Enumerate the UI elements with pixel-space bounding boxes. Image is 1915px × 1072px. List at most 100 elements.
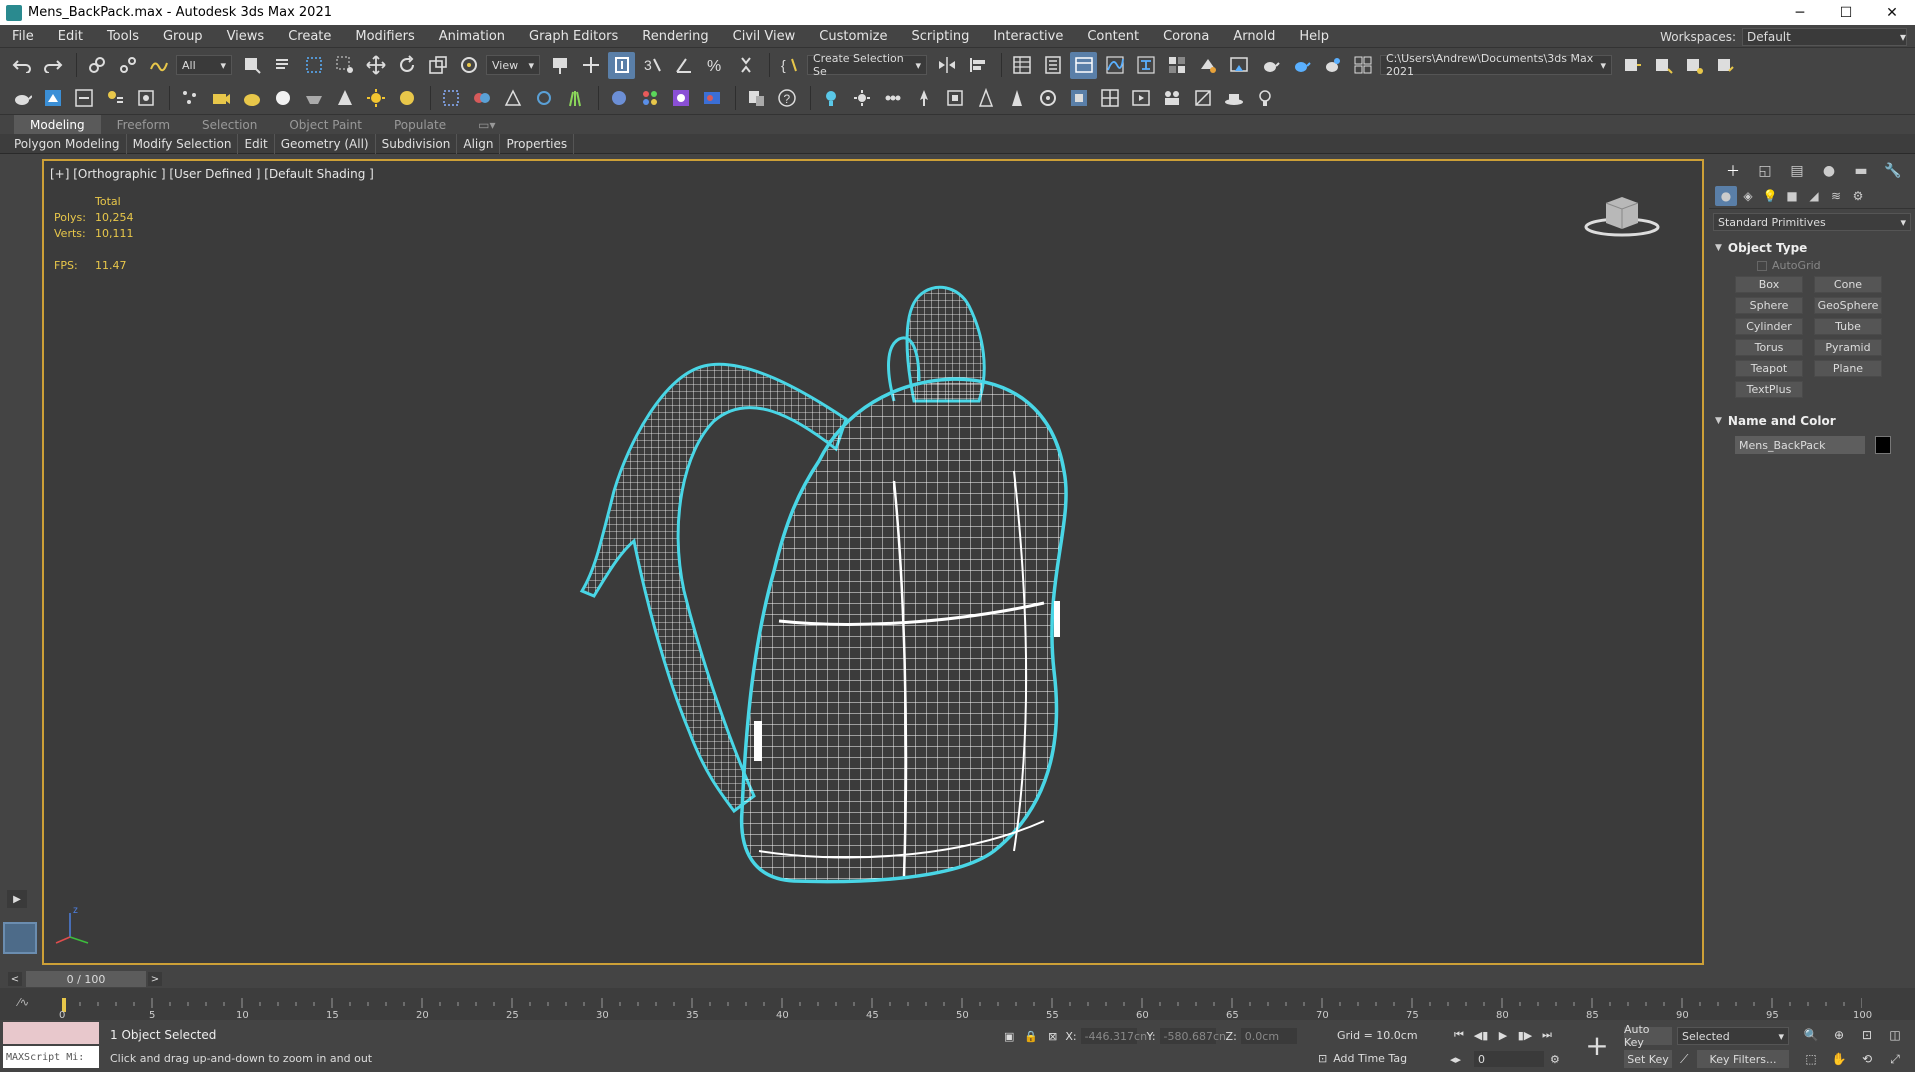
rotate-button[interactable] xyxy=(393,52,420,79)
hierarchy-tab-icon[interactable]: ▤ xyxy=(1781,160,1813,182)
named-selection-dropdown[interactable]: Create Selection Se ▾ xyxy=(807,52,927,78)
project-folder-dropdown[interactable]: C:\Users\Andrew\Documents\3ds Max 2021 ▾ xyxy=(1380,52,1612,78)
toggle-scene-explorer-button[interactable] xyxy=(1008,52,1035,79)
play-icon[interactable]: ▶ xyxy=(1492,1026,1514,1044)
key-icon[interactable]: ⟋ xyxy=(1680,1052,1688,1067)
arnold-license-button[interactable] xyxy=(698,85,725,112)
z-coord-field[interactable]: 0.0cm xyxy=(1240,1028,1297,1044)
corona-sun-button[interactable] xyxy=(362,85,389,112)
track-bar[interactable]: ⁄∿ 0 5 10 15 20 25 30 35 40 45 50 55 60 65 70 75 80 85 90 9… xyxy=(0,988,1915,1021)
corona-pattern-button[interactable] xyxy=(468,85,495,112)
object-type-rollout-header[interactable]: ▼ Object Type xyxy=(1709,239,1915,257)
menu-tools[interactable]: Tools xyxy=(95,29,151,44)
unlink-button[interactable] xyxy=(114,52,141,79)
menu-help[interactable]: Help xyxy=(1287,29,1341,44)
render-cloud-button[interactable] xyxy=(1318,52,1345,79)
arnold-material-button[interactable] xyxy=(667,85,694,112)
current-frame-field[interactable]: 0 xyxy=(1474,1051,1544,1067)
undo-button[interactable] xyxy=(8,52,35,79)
expand-viewport-layout-button[interactable]: ▶ xyxy=(7,890,27,908)
corona-light-button[interactable] xyxy=(393,85,420,112)
create-tab-icon[interactable]: ＋ xyxy=(1717,160,1749,182)
cylinder-button[interactable]: Cylinder xyxy=(1735,318,1803,335)
render-production-button[interactable] xyxy=(1256,52,1283,79)
maxscript-listener[interactable]: MAXScript Mi: xyxy=(3,1022,99,1068)
project-open-button[interactable] xyxy=(1618,52,1645,79)
set-keys-icon[interactable]: + xyxy=(1582,1028,1612,1062)
project-recent-button[interactable] xyxy=(1711,52,1738,79)
arnold-render-button[interactable] xyxy=(605,85,632,112)
maxscript-output[interactable] xyxy=(3,1022,99,1044)
corona-hair-button[interactable] xyxy=(561,85,588,112)
go-to-start-icon[interactable]: ⏮ xyxy=(1448,1026,1470,1044)
curve-editor-button[interactable] xyxy=(1101,52,1128,79)
corona-proxy-button[interactable] xyxy=(437,85,464,112)
object-name-field[interactable]: Mens_BackPack xyxy=(1735,436,1865,454)
tube-button[interactable]: Tube xyxy=(1814,318,1882,335)
close-button[interactable]: ✕ xyxy=(1869,0,1915,25)
align-button[interactable] xyxy=(964,52,991,79)
key-mode-toggle-icon[interactable]: ◂▸ xyxy=(1450,1053,1461,1066)
perspective-viewport[interactable]: [+] [Orthographic ] [User Defined ] [Def… xyxy=(42,159,1704,965)
viewport-layout-thumbnail[interactable] xyxy=(3,922,37,954)
corona-frame-buffer-button[interactable] xyxy=(39,85,66,112)
menu-create[interactable]: Create xyxy=(276,29,343,44)
isolate-icon[interactable]: ▣ xyxy=(1004,1030,1014,1043)
percent-snap-button[interactable]: % xyxy=(701,52,728,79)
corona-cone-button[interactable] xyxy=(331,85,358,112)
lights-category-icon[interactable]: 💡 xyxy=(1759,186,1781,206)
corona-sky-button[interactable] xyxy=(269,85,296,112)
bulb-button[interactable] xyxy=(1251,85,1278,112)
cameras-category-icon[interactable]: ■ xyxy=(1781,186,1803,206)
mini-curve-editor-icon[interactable]: ⁄∿ xyxy=(18,996,29,1009)
maximize-button[interactable]: ☐ xyxy=(1823,0,1869,25)
primitive-category-dropdown[interactable]: Standard Primitives ▾ xyxy=(1713,213,1911,231)
zoom-all-icon[interactable]: ⊕ xyxy=(1828,1026,1850,1044)
corona-scatter-button[interactable] xyxy=(176,85,203,112)
tab-freeform[interactable]: Freeform xyxy=(101,115,186,134)
render-region-button[interactable] xyxy=(1065,85,1092,112)
material-editor-button[interactable] xyxy=(1163,52,1190,79)
film-button[interactable] xyxy=(1158,85,1185,112)
hat-button[interactable] xyxy=(1220,85,1247,112)
corona-camera-button[interactable] xyxy=(207,85,234,112)
menu-customize[interactable]: Customize xyxy=(807,29,899,44)
corona-converter-button[interactable] xyxy=(70,85,97,112)
menu-arnold[interactable]: Arnold xyxy=(1221,29,1287,44)
cone-button[interactable]: Cone xyxy=(1814,276,1882,293)
zoom-extents-icon[interactable]: ⊡ xyxy=(1856,1026,1878,1044)
panel-properties[interactable]: Properties xyxy=(500,133,575,154)
display-tab-icon[interactable]: ▬ xyxy=(1845,160,1877,182)
toggle-ribbon-button[interactable] xyxy=(1070,51,1097,79)
tab-selection[interactable]: Selection xyxy=(186,115,273,134)
menu-interactive[interactable]: Interactive xyxy=(981,29,1075,44)
menu-edit[interactable]: Edit xyxy=(46,29,95,44)
sphere-button[interactable]: Sphere xyxy=(1735,297,1803,314)
corona-bowl-button[interactable] xyxy=(300,85,327,112)
time-slider-prev-button[interactable]: < xyxy=(8,972,22,986)
project-create-button[interactable] xyxy=(1649,52,1676,79)
time-slider-next-button[interactable]: > xyxy=(148,972,162,986)
redo-button[interactable] xyxy=(39,52,66,79)
backpack-wireframe-model[interactable] xyxy=(574,251,1174,911)
autogrid-checkbox[interactable]: AutoGrid xyxy=(1757,259,1915,272)
menu-rendering[interactable]: Rendering xyxy=(630,29,720,44)
minimize-button[interactable]: ─ xyxy=(1777,0,1823,25)
corona-material-library-button[interactable] xyxy=(132,85,159,112)
spacewarps-category-icon[interactable]: ≋ xyxy=(1825,186,1847,206)
menu-group[interactable]: Group xyxy=(151,29,215,44)
y-coord-field[interactable]: -580.687cn xyxy=(1159,1028,1226,1044)
textplus-button[interactable]: TextPlus xyxy=(1735,381,1803,398)
panel-modify-selection[interactable]: Modify Selection xyxy=(127,133,239,154)
tab-populate[interactable]: Populate xyxy=(378,115,462,134)
rendered-frame-window-button[interactable] xyxy=(1225,52,1252,79)
auto-key-button[interactable]: Auto Key xyxy=(1624,1023,1672,1049)
environment-button[interactable] xyxy=(1034,85,1061,112)
place-button[interactable] xyxy=(455,52,482,79)
key-filters-button[interactable]: Key Filters... xyxy=(1697,1050,1789,1068)
edit-named-selection-button[interactable]: { xyxy=(776,52,803,79)
pivot-center-button[interactable] xyxy=(546,52,573,79)
foliage-button[interactable] xyxy=(910,85,937,112)
time-configuration-icon[interactable]: ⚙ xyxy=(1550,1053,1560,1066)
render-iterative-button[interactable] xyxy=(1287,52,1314,79)
